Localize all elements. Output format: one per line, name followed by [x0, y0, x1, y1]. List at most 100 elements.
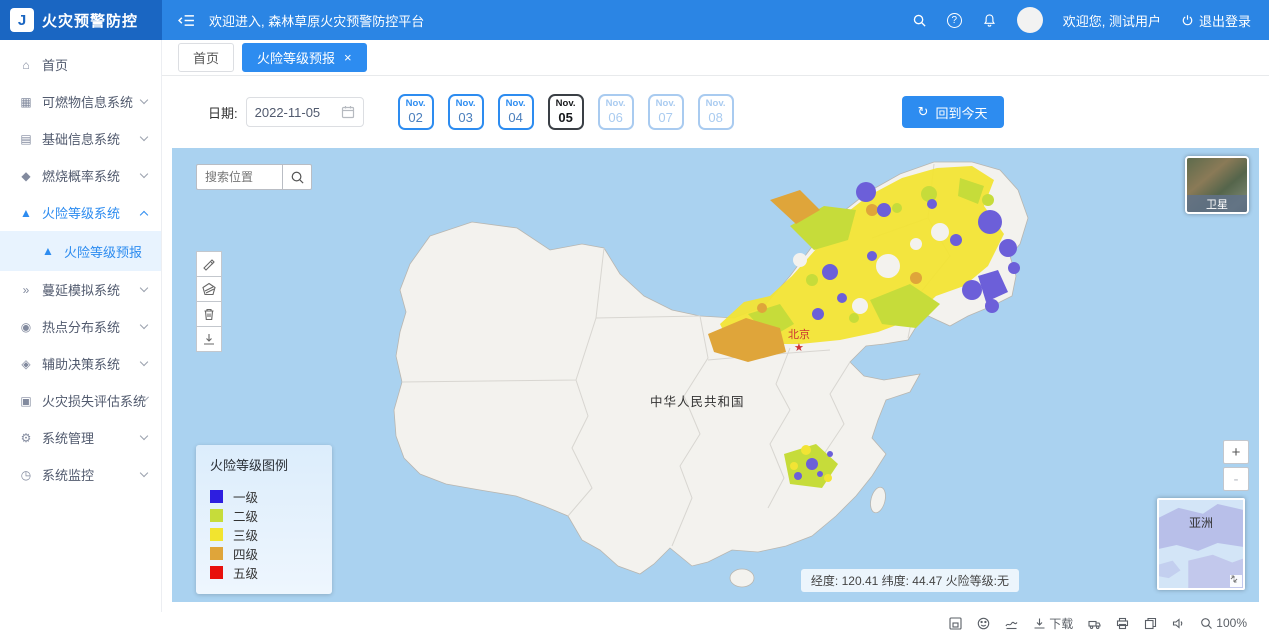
power-icon: [1181, 14, 1194, 27]
sidebar-item-label: 可燃物信息系统: [42, 92, 133, 111]
date-chip-nov-03[interactable]: Nov.03: [448, 94, 484, 130]
date-chip-nov-02[interactable]: Nov.02: [398, 94, 434, 130]
legend-label: 五级: [233, 563, 258, 582]
chip-day: 02: [400, 110, 432, 125]
app-title: 火灾预警防控: [42, 10, 138, 31]
magnifier-icon: [290, 170, 305, 185]
vehicle-icon[interactable]: [1088, 617, 1101, 630]
printer-icon[interactable]: [1116, 617, 1129, 630]
date-chip-nov-07-disabled: Nov.07: [648, 94, 684, 130]
satellite-layer-toggle[interactable]: 卫星: [1185, 156, 1249, 214]
chip-month: Nov.: [550, 98, 582, 109]
sidebar-item-spread-simulation[interactable]: » 蔓延模拟系统: [0, 271, 161, 308]
chip-day: 03: [450, 110, 482, 125]
date-chip-nov-05-selected[interactable]: Nov.05: [548, 94, 584, 130]
help-icon[interactable]: ?: [947, 13, 962, 28]
sidebar-item-fuel-info[interactable]: ▦ 可燃物信息系统: [0, 83, 161, 120]
back-to-today-button[interactable]: ↻ 回到今天: [902, 96, 1004, 128]
legend-label: 三级: [233, 525, 258, 544]
legend-label: 二级: [233, 506, 258, 525]
sidebar-item-loss-assessment[interactable]: ▣ 火灾损失评估系统: [0, 382, 161, 419]
chevron-up-icon: [140, 210, 148, 218]
tab-label: 火险等级预报: [257, 48, 335, 67]
date-chip-nov-04[interactable]: Nov.04: [498, 94, 534, 130]
coordinates-readout: 经度: 120.41 纬度: 44.47 火险等级:无: [801, 569, 1019, 592]
user-avatar[interactable]: [1017, 7, 1043, 33]
gear-icon: ⚙: [18, 431, 34, 445]
sidebar-item-burn-probability[interactable]: ◆ 燃烧概率系统: [0, 157, 161, 194]
signature-icon[interactable]: [1005, 617, 1018, 630]
volume-icon[interactable]: [1172, 617, 1185, 630]
screenshot-icon[interactable]: [949, 617, 962, 630]
base-info-icon: ▤: [18, 132, 34, 146]
sidebar-item-base-info[interactable]: ▤ 基础信息系统: [0, 120, 161, 157]
sidebar-item-fire-risk-forecast[interactable]: ▲ 火险等级预报: [0, 231, 161, 271]
sidebar-item-home[interactable]: ⌂ 首页: [0, 46, 161, 83]
map-wrapper: 中华人民共和国 北京 ★: [162, 148, 1269, 612]
taiwan-island: [868, 486, 888, 515]
beijing-label: 北京: [788, 327, 810, 341]
legend-item: 三级: [210, 525, 318, 544]
feedback-emoji-icon[interactable]: [977, 617, 990, 630]
zoom-in-button[interactable]: +: [1223, 440, 1249, 464]
sidebar-item-label: 火险等级系统: [42, 203, 120, 222]
legend-item: 四级: [210, 544, 318, 563]
download-tool-icon[interactable]: [196, 326, 222, 352]
tab-home[interactable]: 首页: [178, 43, 234, 72]
date-picker[interactable]: [246, 97, 364, 127]
chip-day: 08: [700, 110, 732, 125]
home-icon: ⌂: [18, 58, 34, 72]
date-input[interactable]: [255, 105, 335, 120]
close-icon[interactable]: ×: [344, 50, 352, 65]
minimap-expand-icon[interactable]: [1230, 575, 1242, 587]
map-container[interactable]: 中华人民共和国 北京 ★: [172, 148, 1259, 602]
legend-label: 四级: [233, 544, 258, 563]
logout-button[interactable]: 退出登录: [1181, 11, 1251, 30]
legend-swatch-level3: [210, 528, 223, 541]
refresh-icon: ↻: [918, 104, 929, 120]
download-icon: [1033, 617, 1046, 630]
delete-tool-icon[interactable]: [196, 301, 222, 327]
collapse-menu-icon[interactable]: [178, 14, 195, 27]
zoom-level-label: 100%: [1216, 616, 1247, 630]
sidebar-item-decision-support[interactable]: ◈ 辅助决策系统: [0, 345, 161, 382]
fire-risk-forecast-icon: ▲: [40, 244, 56, 258]
sidebar-item-hotspot-distribution[interactable]: ◉ 热点分布系统: [0, 308, 161, 345]
chip-month: Nov.: [700, 98, 732, 109]
overview-minimap[interactable]: 亚洲: [1157, 498, 1245, 590]
chevron-down-icon: [140, 469, 148, 477]
sidebar-item-system-admin[interactable]: ⚙ 系统管理: [0, 419, 161, 456]
notifications-bell-icon[interactable]: [982, 13, 997, 28]
zoom-out-button[interactable]: -: [1223, 467, 1249, 491]
sidebar-item-label: 火灾损失评估系统: [42, 391, 146, 410]
search-icon[interactable]: [912, 13, 927, 28]
copy-icon[interactable]: [1144, 617, 1157, 630]
zoom-level-control[interactable]: 100%: [1200, 616, 1247, 630]
loss-assessment-icon: ▣: [18, 394, 34, 408]
polygon-tool-icon[interactable]: [196, 276, 222, 302]
logo-area: J 火灾预警防控: [0, 0, 162, 40]
download-label: 下载: [1049, 615, 1073, 632]
date-chip-row: Nov.02 Nov.03 Nov.04 Nov.05 Nov.06 Nov.0…: [398, 94, 734, 130]
minimap-label: 亚洲: [1159, 514, 1243, 531]
sidebar-item-label: 燃烧概率系统: [42, 166, 120, 185]
chip-day: 06: [600, 110, 632, 125]
china-map[interactable]: 中华人民共和国 北京 ★: [172, 148, 1259, 602]
measure-tool-icon[interactable]: [196, 251, 222, 277]
sidebar-item-label: 辅助决策系统: [42, 354, 120, 373]
sidebar-item-label: 系统管理: [42, 428, 94, 447]
sidebar-item-fire-risk-system[interactable]: ▲ 火险等级系统: [0, 194, 161, 231]
chevron-down-icon: [140, 358, 148, 366]
sidebar-item-system-monitor[interactable]: ◷ 系统监控: [0, 456, 161, 493]
zoom-controls: + -: [1223, 440, 1249, 494]
search-input[interactable]: [196, 164, 282, 190]
tab-bar: 首页 火险等级预报 ×: [162, 40, 1269, 76]
tab-fire-risk-forecast[interactable]: 火险等级预报 ×: [242, 43, 367, 72]
main-content: 首页 火险等级预报 × 日期: Nov.02 Nov.03 Nov.04 Nov…: [162, 40, 1269, 612]
logout-label: 退出登录: [1199, 11, 1251, 30]
legend-swatch-level2: [210, 509, 223, 522]
search-button[interactable]: [282, 164, 312, 190]
hainan-island: [730, 569, 754, 587]
download-button[interactable]: 下载: [1033, 615, 1073, 632]
legend-item: 一级: [210, 487, 318, 506]
